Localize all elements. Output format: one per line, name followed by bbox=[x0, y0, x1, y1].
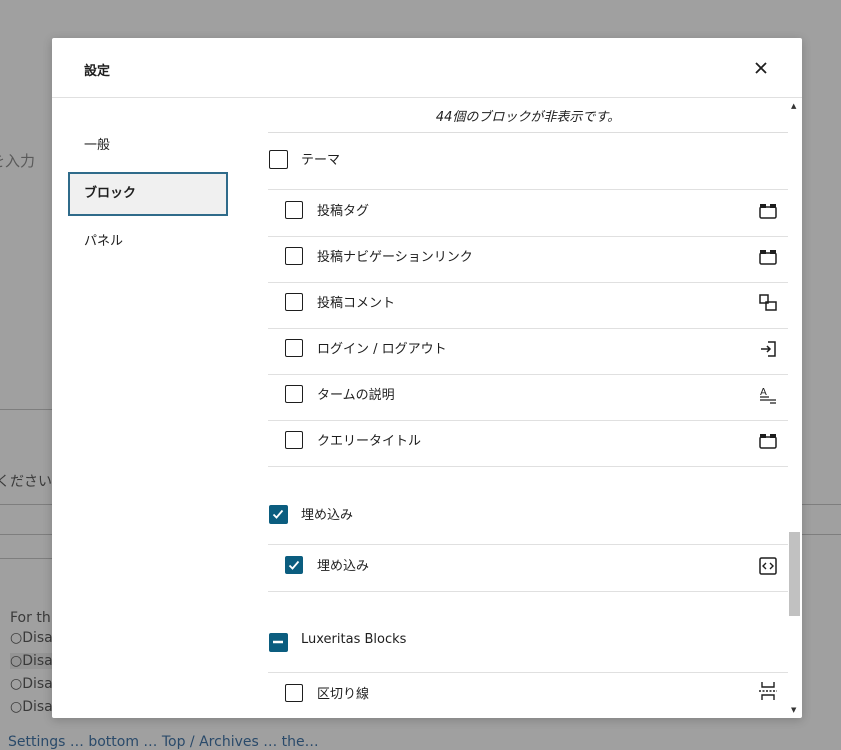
bg-divider bbox=[0, 558, 52, 559]
category-luxeritas-blocks[interactable]: Luxeritas Blocks bbox=[268, 626, 788, 666]
bg-fragment-input: を入力 bbox=[0, 152, 36, 170]
bg-fragment-disable: ○Disab bbox=[10, 653, 62, 669]
block-item[interactable]: ログイン / ログアウト bbox=[268, 328, 788, 375]
block-checkbox[interactable] bbox=[285, 339, 303, 357]
category-checkbox[interactable] bbox=[269, 633, 288, 652]
close-icon bbox=[755, 62, 767, 74]
block-label: 投稿ナビゲーションリンク bbox=[317, 250, 473, 265]
category-checkbox[interactable] bbox=[269, 150, 288, 169]
divider bbox=[268, 132, 788, 133]
category-embed[interactable]: 埋め込み bbox=[268, 498, 788, 538]
separator-icon bbox=[759, 682, 777, 700]
block-item[interactable]: 埋め込み bbox=[268, 545, 788, 592]
bg-fragment-bottom: Settings … bottom … Top / Archives … the… bbox=[8, 734, 319, 750]
scroll-up-arrow-icon[interactable]: ▲ bbox=[791, 102, 796, 110]
scrollbar[interactable]: ▲ ▼ bbox=[788, 98, 802, 718]
modal-header: 設定 bbox=[52, 38, 802, 98]
category-label: 埋め込み bbox=[301, 508, 354, 523]
comments-icon bbox=[759, 294, 777, 311]
block-checkbox[interactable] bbox=[285, 385, 303, 403]
category-label: Luxeritas Blocks bbox=[301, 632, 407, 647]
bg-divider bbox=[0, 504, 52, 505]
block-label: タームの説明 bbox=[317, 388, 395, 403]
preferences-sidebar: 一般 ブロック パネル bbox=[68, 98, 228, 268]
modal-title: 設定 bbox=[84, 64, 111, 79]
blocks-panel: 44個のブロックが非表示です。 テーマ 投稿タグ 投稿ナビゲーションリンク 投稿… bbox=[268, 98, 788, 718]
tab-general[interactable]: 一般 bbox=[68, 124, 228, 168]
login-icon bbox=[761, 341, 776, 357]
block-label: 投稿コメント bbox=[317, 296, 396, 311]
block-item[interactable]: 区切り線 bbox=[268, 673, 788, 718]
bg-divider bbox=[0, 534, 52, 535]
block-label: 投稿タグ bbox=[317, 204, 370, 219]
tab-panels[interactable]: パネル bbox=[68, 220, 228, 264]
checkmark-icon bbox=[272, 509, 284, 519]
hidden-blocks-count: 44個のブロックが非表示です。 bbox=[435, 110, 621, 125]
block-checkbox[interactable] bbox=[285, 556, 303, 574]
checkmark-icon bbox=[288, 560, 300, 570]
block-label: ログイン / ログアウト bbox=[317, 342, 447, 357]
scroll-down-arrow-icon[interactable]: ▼ bbox=[791, 706, 796, 714]
term-description-icon: A bbox=[760, 387, 776, 404]
block-label: クエリータイトル bbox=[317, 434, 422, 449]
embed-icon bbox=[759, 557, 777, 575]
preferences-modal: 設定 一般 ブロック パネル 44個のブロックが非表示です。 テーマ 投稿タグ bbox=[52, 38, 802, 718]
category-theme[interactable]: テーマ bbox=[268, 144, 788, 184]
tab-blocks[interactable]: ブロック bbox=[68, 172, 228, 216]
category-checkbox[interactable] bbox=[269, 505, 288, 524]
block-item[interactable]: 投稿ナビゲーションリンク bbox=[268, 236, 788, 283]
indeterminate-icon bbox=[273, 640, 283, 644]
block-checkbox[interactable] bbox=[285, 247, 303, 265]
block-checkbox[interactable] bbox=[285, 684, 303, 702]
block-default-icon bbox=[759, 250, 777, 265]
scroll-thumb[interactable] bbox=[789, 532, 800, 616]
block-default-icon bbox=[759, 434, 777, 449]
block-default-icon bbox=[759, 204, 777, 219]
block-label: 区切り線 bbox=[317, 687, 370, 702]
block-checkbox[interactable] bbox=[285, 431, 303, 449]
block-checkbox[interactable] bbox=[285, 201, 303, 219]
bg-divider bbox=[802, 504, 841, 505]
close-button[interactable] bbox=[750, 57, 772, 79]
block-item[interactable]: タームの説明 A bbox=[268, 374, 788, 421]
bg-divider bbox=[802, 534, 841, 535]
block-item[interactable]: 投稿タグ bbox=[268, 190, 788, 237]
block-checkbox[interactable] bbox=[285, 293, 303, 311]
block-label: 埋め込み bbox=[317, 559, 370, 574]
category-label: テーマ bbox=[301, 153, 341, 168]
block-item[interactable]: クエリータイトル bbox=[268, 420, 788, 467]
block-item[interactable]: 投稿コメント bbox=[268, 282, 788, 329]
bg-divider bbox=[0, 409, 52, 410]
